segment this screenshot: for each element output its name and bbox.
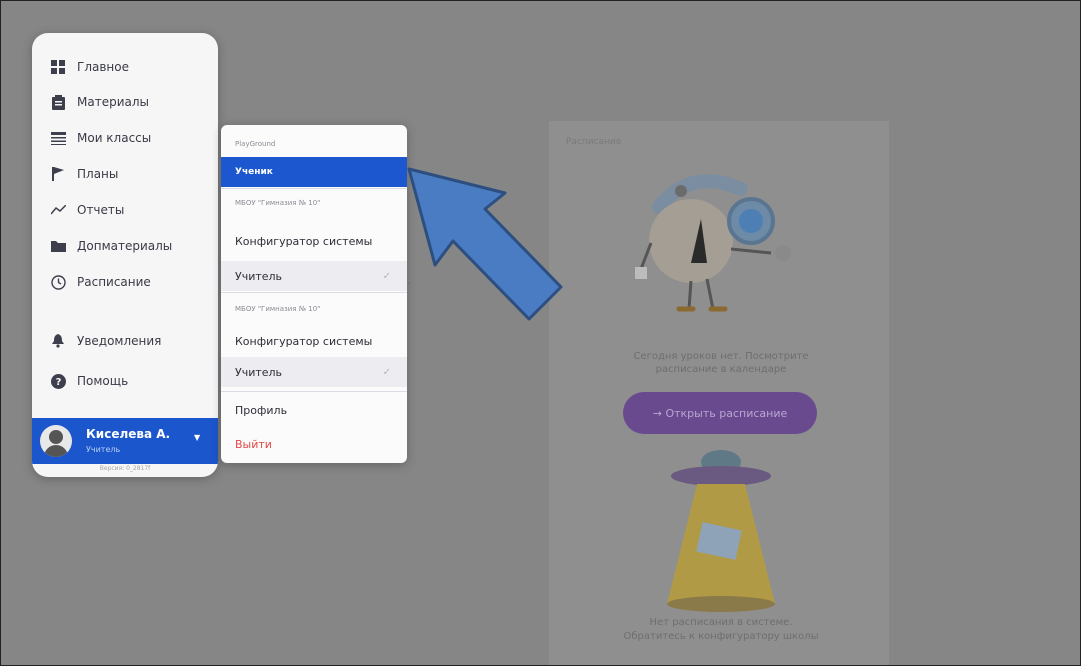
- svg-text:?: ?: [55, 377, 61, 388]
- avatar: [40, 425, 72, 457]
- user-name: Киселева А.: [86, 427, 171, 441]
- chart-line-icon: [50, 202, 66, 218]
- app-version: Версия: 0_2817f: [99, 465, 151, 472]
- no-schedule-line-2: Обратитесь к конфигуратору школы: [623, 631, 819, 642]
- sidebar-item-my-classes[interactable]: Мои классы: [50, 126, 151, 150]
- menu-item-configurator-1[interactable]: Конфигуратор системы: [221, 226, 407, 256]
- sidebar-item-label: Отчеты: [77, 203, 125, 217]
- no-schedule-line-1: Нет расписания в системе.: [649, 617, 793, 628]
- no-lessons-illustration: [635, 174, 791, 312]
- open-schedule-button[interactable]: → Открыть расписание: [623, 392, 817, 434]
- menu-item-student[interactable]: Ученик: [221, 157, 407, 187]
- menu-group-school-2: МБОУ "Гимназия № 10": [235, 305, 321, 313]
- sidebar-item-label: Допматериалы: [77, 239, 173, 253]
- sidebar-item-plans[interactable]: Планы: [50, 162, 118, 186]
- check-icon: ✓: [382, 270, 391, 282]
- table-icon: [50, 130, 66, 146]
- clipboard-icon: [50, 94, 66, 110]
- ufo-illustration: [667, 450, 775, 612]
- sidebar-item-label: Расписание: [77, 275, 151, 289]
- clock-icon: [50, 274, 66, 290]
- no-lessons-line-1: Сегодня уроков нет. Посмотрите: [633, 351, 809, 362]
- flag-icon: [50, 166, 66, 182]
- role-switch-menu: PlayGround Ученик МБОУ "Гимназия № 10" К…: [221, 125, 407, 463]
- sidebar-item-label: Помощь: [77, 374, 129, 388]
- menu-item-profile[interactable]: Профиль: [221, 395, 407, 425]
- sidebar: Главное Материалы Мои классы Планы Отчет…: [32, 33, 218, 477]
- chevron-down-icon: ▼: [194, 433, 201, 442]
- sidebar-item-label: Мои классы: [77, 131, 152, 145]
- menu-group-school-1: МБОУ "Гимназия № 10": [235, 199, 321, 207]
- sidebar-item-label: Материалы: [77, 95, 149, 109]
- menu-item-logout[interactable]: Выйти: [221, 429, 407, 459]
- dashboard-icon: [50, 59, 66, 75]
- sidebar-item-notifications[interactable]: Уведомления: [50, 329, 161, 353]
- menu-item-label: Учитель: [235, 269, 283, 283]
- menu-item-teacher-2[interactable]: Учитель ✓: [221, 357, 407, 387]
- bell-icon: [50, 333, 66, 349]
- check-icon: ✓: [382, 366, 391, 378]
- sidebar-item-reports[interactable]: Отчеты: [50, 198, 124, 222]
- menu-item-label: Учитель: [235, 365, 283, 379]
- menu-divider: [221, 292, 407, 293]
- sidebar-item-main[interactable]: Главное: [50, 55, 129, 79]
- user-role: Учитель: [86, 445, 121, 454]
- menu-divider: [221, 188, 407, 189]
- sidebar-item-schedule[interactable]: Расписание: [50, 270, 151, 294]
- sidebar-item-help[interactable]: ? Помощь: [50, 369, 128, 393]
- annotation-arrow-icon: [407, 167, 563, 321]
- menu-group-playground: PlayGround: [235, 140, 276, 148]
- menu-item-configurator-2[interactable]: Конфигуратор системы: [221, 326, 407, 356]
- sidebar-item-label: Планы: [77, 167, 119, 181]
- sidebar-item-label: Уведомления: [77, 334, 162, 348]
- menu-item-teacher-1[interactable]: Учитель ✓: [221, 261, 407, 291]
- sidebar-item-label: Главное: [77, 60, 129, 74]
- user-card[interactable]: Киселева А. Учитель ▼: [32, 418, 218, 464]
- schedule-title: Расписание: [566, 137, 622, 147]
- help-icon: ?: [50, 373, 66, 389]
- sidebar-item-materials[interactable]: Материалы: [50, 90, 149, 114]
- screenshot-frame: Расписание - Сегодня уроков нет. Посмотр…: [0, 0, 1081, 666]
- folder-icon: [50, 238, 66, 254]
- no-lessons-line-2: расписание в календаре: [655, 364, 787, 375]
- menu-divider: [221, 391, 407, 392]
- sidebar-item-extra-materials[interactable]: Допматериалы: [50, 234, 172, 258]
